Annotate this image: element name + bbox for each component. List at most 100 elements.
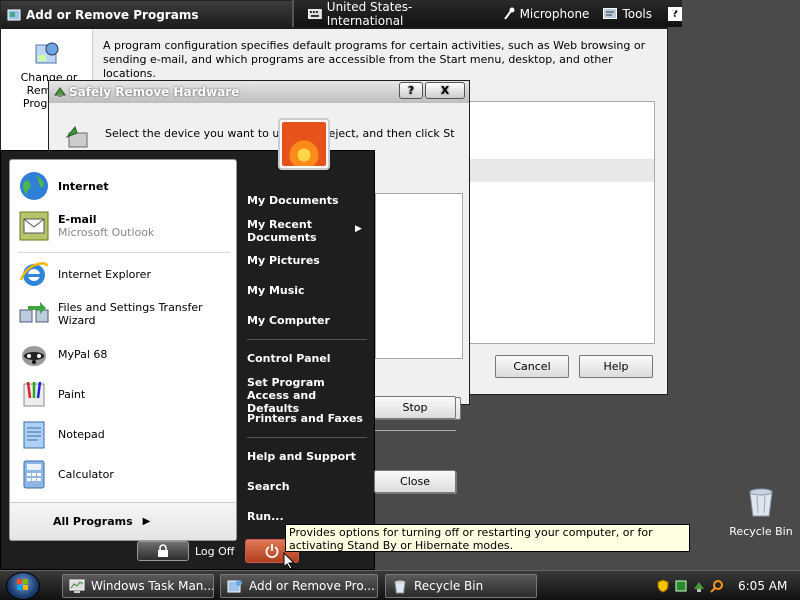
raccoon-icon bbox=[22, 346, 46, 366]
tools-button[interactable]: Tools bbox=[603, 7, 652, 21]
paint-icon bbox=[23, 381, 45, 407]
all-programs-label: All Programs bbox=[53, 515, 133, 528]
calculator-icon bbox=[23, 460, 45, 489]
arp-program-list[interactable] bbox=[463, 101, 655, 344]
clock[interactable]: 6:05 AM bbox=[738, 579, 787, 593]
my-recent-documents-item[interactable]: My Recent Documents bbox=[247, 218, 347, 244]
srh-titlebar[interactable]: Safely Remove Hardware ? X bbox=[49, 81, 469, 103]
recent-internet-explorer[interactable]: Internet Explorer bbox=[10, 254, 238, 294]
search-item[interactable]: Search bbox=[247, 480, 372, 493]
stop-button-visible[interactable]: Stop bbox=[374, 396, 456, 419]
desktop-recycle-bin[interactable]: Recycle Bin bbox=[728, 486, 794, 538]
recent-notepad[interactable]: Notepad bbox=[10, 414, 238, 454]
srh-title: Safely Remove Hardware bbox=[69, 85, 240, 99]
language-bar: United States-International Microphone T… bbox=[292, 0, 682, 28]
hardware-eject-icon bbox=[65, 125, 88, 148]
close-button[interactable]: Close bbox=[374, 470, 456, 493]
control-panel-item[interactable]: Control Panel bbox=[247, 352, 372, 365]
arp-title: Add or Remove Programs bbox=[26, 8, 199, 22]
microphone-button[interactable]: Microphone bbox=[503, 7, 589, 21]
taskbar-add-remove[interactable]: Add or Remove Pro... bbox=[220, 574, 378, 598]
start-menu: Internet E-mail Microsoft Outlook Intern… bbox=[0, 150, 375, 570]
email-icon bbox=[19, 211, 49, 241]
security-shield-icon[interactable] bbox=[656, 579, 670, 593]
all-programs-button[interactable]: All Programs ▶ bbox=[10, 502, 236, 540]
recycle-bin-label: Recycle Bin bbox=[729, 525, 793, 538]
recent-paint[interactable]: Paint bbox=[10, 374, 238, 414]
recent-transfer-wizard[interactable]: Files and Settings Transfer Wizard bbox=[10, 294, 238, 334]
recent-mypal[interactable]: MyPal 68 bbox=[10, 334, 238, 374]
log-off-control[interactable]: Log Off bbox=[137, 541, 234, 561]
network-icon[interactable] bbox=[674, 579, 688, 593]
taskbar: Windows Task Man... Add or Remove Pro...… bbox=[0, 570, 800, 600]
pinned-email-label: E-mail bbox=[58, 213, 97, 226]
flower-avatar-icon bbox=[282, 122, 326, 166]
arp-description: A program configuration specifies defaul… bbox=[103, 39, 646, 80]
tools-icon bbox=[603, 7, 618, 19]
taskbar-add-remove-label: Add or Remove Pro... bbox=[249, 579, 375, 593]
pinned-email[interactable]: E-mail Microsoft Outlook bbox=[10, 206, 238, 246]
pinned-separator bbox=[18, 252, 230, 253]
start-button[interactable] bbox=[6, 572, 40, 600]
log-off-button[interactable] bbox=[137, 541, 189, 561]
pinned-internet[interactable]: Internet bbox=[10, 166, 238, 206]
taskbar-task-manager[interactable]: Windows Task Man... bbox=[62, 574, 214, 598]
add-remove-icon bbox=[227, 580, 242, 593]
power-icon bbox=[265, 544, 279, 558]
recent-paint-label: Paint bbox=[58, 387, 86, 401]
srh-close-button[interactable]: X bbox=[425, 82, 465, 99]
transfer-wizard-icon bbox=[19, 302, 49, 323]
internet-explorer-icon bbox=[19, 262, 49, 286]
run-item[interactable]: Run... bbox=[247, 510, 372, 523]
recent-notepad-label: Notepad bbox=[58, 427, 105, 441]
cancel-button[interactable]: Cancel bbox=[495, 355, 569, 378]
langbar-options-icon[interactable]: ▬ ▾ bbox=[670, 4, 678, 22]
microphone-icon bbox=[503, 7, 515, 20]
pinned-internet-label: Internet bbox=[58, 179, 109, 193]
help-button[interactable]: Help bbox=[579, 355, 653, 378]
my-computer-item[interactable]: My Computer bbox=[247, 314, 372, 327]
recent-internet-explorer-label: Internet Explorer bbox=[58, 267, 151, 281]
windows-logo-icon bbox=[17, 579, 28, 590]
right-pane-separator-1 bbox=[247, 339, 367, 340]
search-icon[interactable] bbox=[710, 579, 724, 593]
printers-faxes-item[interactable]: Printers and Faxes bbox=[247, 412, 372, 425]
arrow-right-icon: ▶ bbox=[142, 516, 151, 527]
recent-mypal-label: MyPal 68 bbox=[58, 347, 108, 361]
taskbar-recycle-bin-label: Recycle Bin bbox=[414, 579, 484, 593]
language-selector[interactable]: United States-International bbox=[308, 0, 487, 28]
taskbar-recycle-bin[interactable]: Recycle Bin bbox=[385, 574, 537, 598]
safely-remove-tray-icon[interactable] bbox=[692, 579, 706, 593]
log-off-label: Log Off bbox=[195, 544, 235, 558]
system-tray: 6:05 AM bbox=[656, 574, 800, 598]
srh-divider bbox=[374, 430, 456, 431]
my-pictures-item[interactable]: My Pictures bbox=[247, 254, 372, 267]
pinned-email-text: E-mail Microsoft Outlook bbox=[58, 213, 154, 239]
tools-label: Tools bbox=[622, 6, 652, 21]
lock-icon bbox=[158, 544, 168, 557]
start-menu-left-pane: Internet E-mail Microsoft Outlook Intern… bbox=[9, 159, 237, 541]
arp-selected-row[interactable] bbox=[464, 159, 654, 182]
task-manager-icon bbox=[69, 579, 85, 593]
user-picture[interactable] bbox=[278, 118, 330, 170]
pinned-email-sub: Microsoft Outlook bbox=[58, 226, 155, 239]
recent-calculator[interactable]: Calculator bbox=[10, 454, 238, 494]
submenu-arrow-icon: ▶ bbox=[355, 224, 362, 234]
recycle-bin-icon bbox=[394, 580, 406, 594]
recycle-bin-icon bbox=[749, 488, 773, 517]
keyboard-icon bbox=[308, 8, 322, 19]
language-label: United States-International bbox=[326, 0, 413, 28]
my-documents-item[interactable]: My Documents bbox=[247, 194, 372, 207]
turn-off-tooltip: Provides options for turning off or rest… bbox=[285, 524, 690, 552]
set-program-access-item[interactable]: Set Program Access and Defaults bbox=[247, 376, 362, 415]
my-music-item[interactable]: My Music bbox=[247, 284, 372, 297]
desktop-background bbox=[668, 28, 800, 396]
start-menu-right-pane: My Documents My Recent Documents ▶ My Pi… bbox=[237, 151, 375, 541]
mouse-cursor-icon bbox=[283, 552, 295, 570]
srh-device-list[interactable] bbox=[375, 193, 463, 359]
help-support-item[interactable]: Help and Support bbox=[247, 450, 372, 463]
srh-help-button[interactable]: ? bbox=[399, 82, 423, 99]
globe-icon bbox=[20, 172, 48, 200]
change-remove-programs-icon[interactable] bbox=[32, 39, 62, 69]
recent-calculator-label: Calculator bbox=[58, 467, 114, 481]
